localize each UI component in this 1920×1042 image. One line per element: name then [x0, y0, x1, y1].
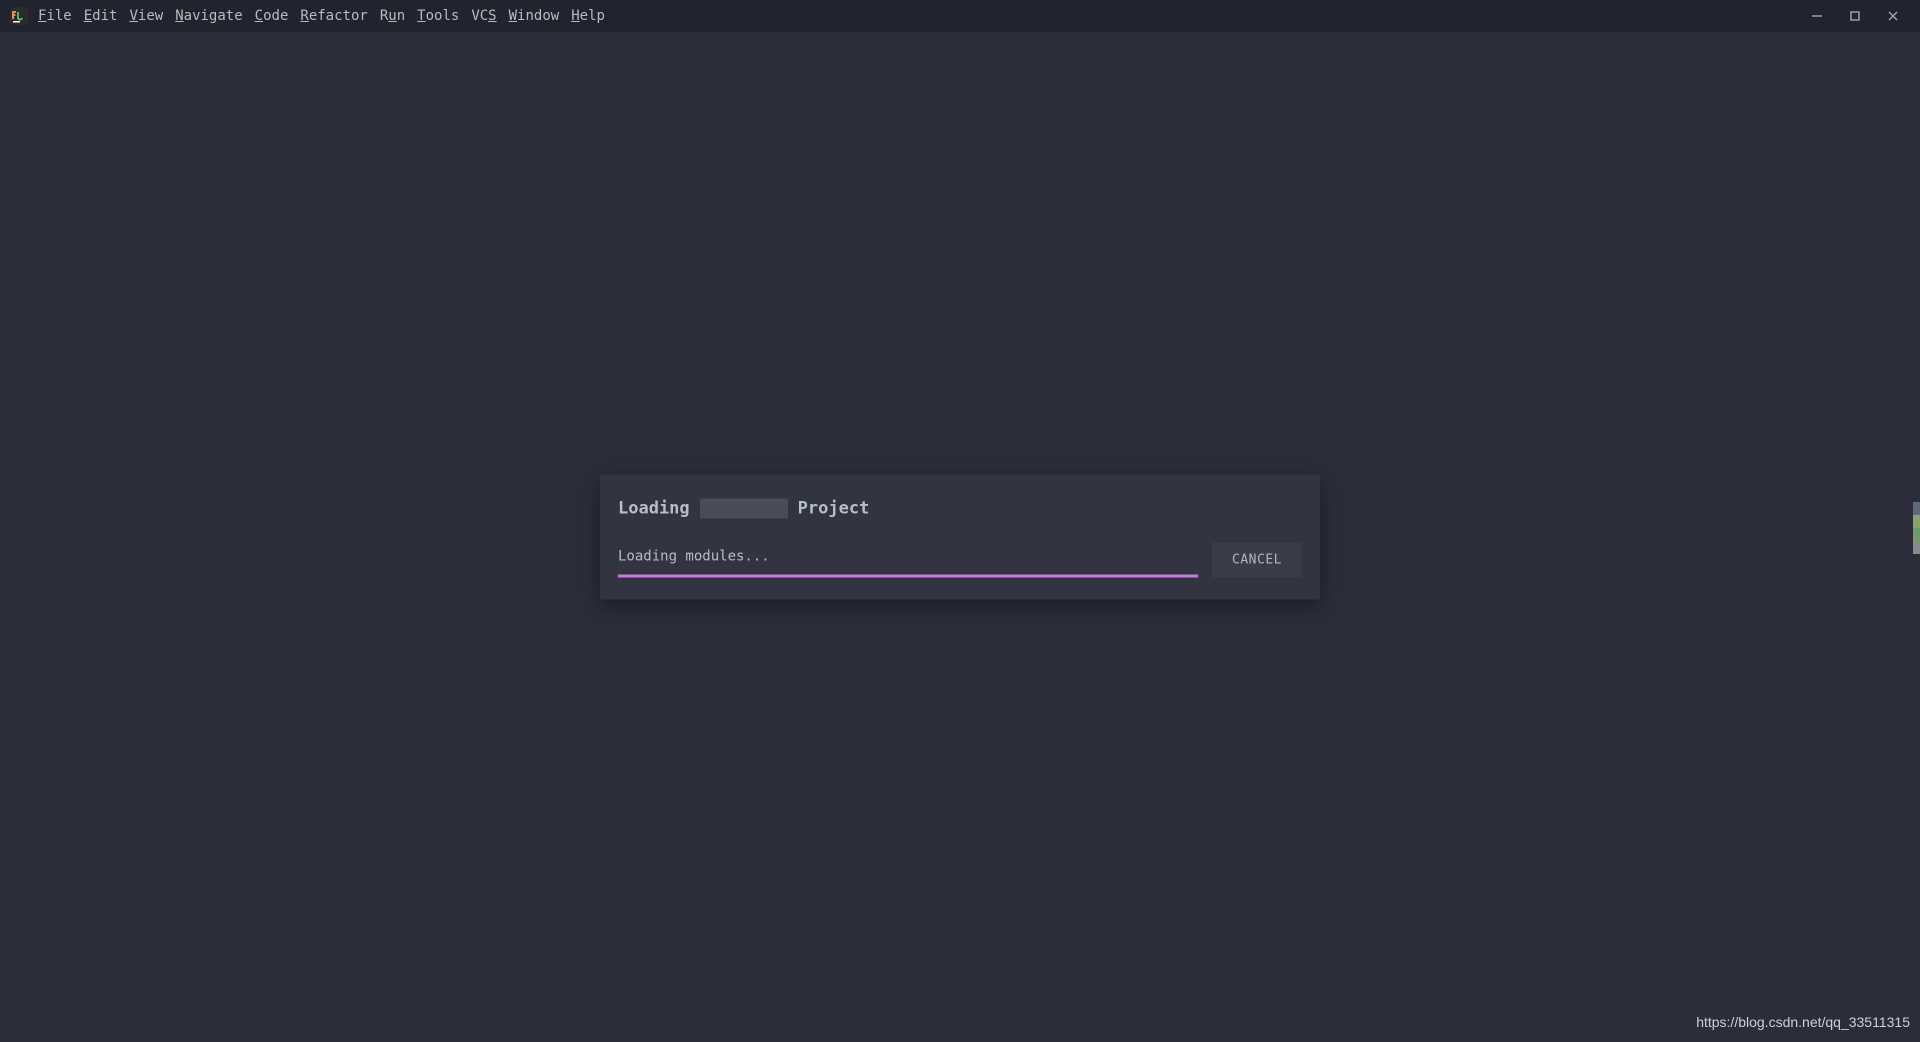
progress-fill — [618, 575, 1198, 578]
side-seg-3 — [1913, 528, 1920, 541]
close-icon[interactable] — [1886, 9, 1900, 23]
maximize-icon[interactable] — [1848, 9, 1862, 23]
app-icon — [10, 7, 28, 25]
progress-block: Loading modules... — [618, 549, 1198, 578]
side-seg-2 — [1913, 515, 1920, 528]
main-area: Loading Project Loading modules... CANCE… — [0, 32, 1920, 1042]
menu-view[interactable]: View — [129, 4, 163, 28]
menubar: File Edit View Navigate Code Refactor Ru… — [38, 4, 605, 28]
menu-navigate[interactable]: Navigate — [175, 4, 242, 28]
dialog-title-suffix: Project — [798, 499, 870, 519]
progress-text: Loading modules... — [618, 549, 1198, 565]
dialog-title: Loading Project — [618, 499, 1302, 519]
cancel-button[interactable]: CANCEL — [1212, 543, 1302, 578]
menu-vcs[interactable]: VCS — [471, 4, 496, 28]
menu-refactor[interactable]: Refactor — [300, 4, 367, 28]
dialog-title-prefix: Loading — [618, 499, 690, 519]
side-seg-4 — [1913, 541, 1920, 554]
menu-help[interactable]: Help — [571, 4, 605, 28]
loading-dialog: Loading Project Loading modules... CANCE… — [600, 475, 1320, 600]
menu-file[interactable]: File — [38, 4, 72, 28]
menu-window[interactable]: Window — [509, 4, 560, 28]
menu-run[interactable]: Run — [380, 4, 405, 28]
window-controls — [1810, 9, 1910, 23]
redacted-project-name — [700, 499, 788, 519]
titlebar: File Edit View Navigate Code Refactor Ru… — [0, 0, 1920, 32]
side-seg-1 — [1913, 502, 1920, 515]
menu-tools[interactable]: Tools — [417, 4, 459, 28]
minimize-icon[interactable] — [1810, 9, 1824, 23]
side-indicator — [1913, 502, 1920, 554]
dialog-body: Loading modules... CANCEL — [618, 543, 1302, 578]
menu-edit[interactable]: Edit — [84, 4, 118, 28]
menu-code[interactable]: Code — [255, 4, 289, 28]
watermark: https://blog.csdn.net/qq_33511315 — [1696, 1014, 1910, 1030]
progress-bar — [618, 575, 1198, 578]
